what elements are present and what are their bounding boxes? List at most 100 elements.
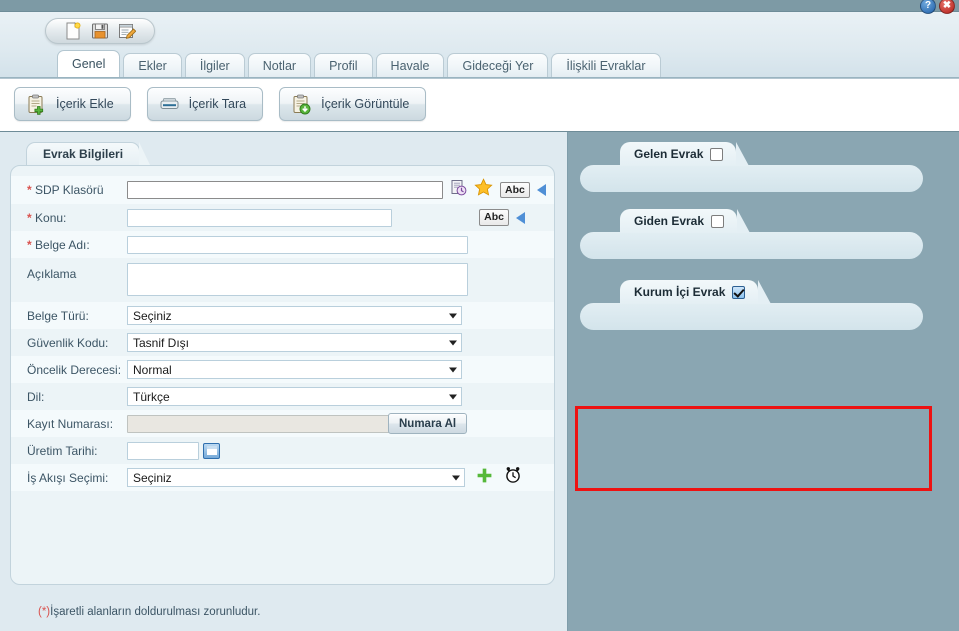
star-icon[interactable] bbox=[474, 178, 493, 202]
kurum-ici-evrak-tab[interactable]: Kurum İçi Evrak bbox=[620, 280, 772, 304]
belge-turu-select[interactable]: Seçiniz bbox=[127, 306, 462, 325]
tab-havale[interactable]: Havale bbox=[375, 53, 445, 77]
konu-abc-button[interactable]: Abc bbox=[479, 209, 509, 226]
icerik-tara-label: İçerik Tara bbox=[188, 97, 247, 111]
evrak-form: * SDP Klasörü Abc * Konu: Abc * Belge Ad… bbox=[10, 165, 555, 585]
tab-evrak-bilgileri[interactable]: Evrak Bilgileri bbox=[26, 142, 151, 165]
tab-ekler[interactable]: Ekler bbox=[123, 53, 182, 77]
clipboard-download-icon bbox=[291, 94, 312, 115]
alarm-clock-icon[interactable] bbox=[504, 466, 522, 489]
required-marker: * bbox=[27, 210, 32, 225]
dil-label: Dil: bbox=[27, 389, 45, 404]
new-document-icon[interactable] bbox=[64, 22, 82, 40]
tab-ilgiler[interactable]: İlgiler bbox=[184, 53, 245, 77]
help-question-icon[interactable]: ? bbox=[920, 0, 936, 14]
chevron-down-icon bbox=[449, 367, 457, 372]
header: Genel Ekler İlgiler Notlar Profil Havale… bbox=[0, 12, 959, 78]
uretim-tarihi-label: Üretim Tarihi: bbox=[27, 443, 98, 458]
chevron-down-icon bbox=[449, 313, 457, 318]
dil-value: Türkçe bbox=[133, 389, 170, 404]
main-tab-strip: Genel Ekler İlgiler Notlar Profil Havale… bbox=[57, 50, 959, 77]
gelen-evrak-tab[interactable]: Gelen Evrak bbox=[620, 142, 750, 166]
chevron-down-icon bbox=[452, 475, 460, 480]
icerik-ekle-label: İçerik Ekle bbox=[56, 97, 114, 111]
konu-label: * Konu: bbox=[27, 210, 67, 225]
field-row-konu: * Konu: Abc bbox=[11, 204, 554, 231]
aciklama-label: Açıklama bbox=[27, 267, 77, 281]
guvenlik-kodu-select[interactable]: Tasnif Dışı bbox=[127, 333, 462, 352]
oncelik-derecesi-value: Normal bbox=[133, 362, 172, 377]
blue-triangle-icon[interactable] bbox=[536, 184, 546, 196]
sdp-klasoru-label: * SDP Klasörü bbox=[27, 183, 104, 197]
gelen-evrak-body bbox=[580, 165, 923, 192]
document-history-icon[interactable] bbox=[450, 179, 467, 201]
giden-evrak-body bbox=[580, 232, 923, 259]
kurum-ici-evrak-body bbox=[580, 303, 923, 330]
save-icon[interactable] bbox=[91, 22, 109, 40]
belge-adi-label: * Belge Adı: bbox=[27, 237, 90, 252]
field-row-belge-adi: * Belge Adı: bbox=[11, 231, 554, 258]
tab-notlar[interactable]: Notlar bbox=[247, 53, 312, 77]
field-row-guvenlik-kodu: Güvenlik Kodu: Tasnif Dışı bbox=[11, 329, 554, 356]
icerik-ekle-button[interactable]: İçerik Ekle bbox=[14, 87, 131, 121]
guvenlik-kodu-value: Tasnif Dışı bbox=[133, 335, 190, 350]
calendar-icon[interactable] bbox=[203, 442, 220, 459]
chevron-down-icon bbox=[449, 394, 457, 399]
kurum-ici-evrak-group: Kurum İçi Evrak bbox=[580, 280, 923, 330]
icerik-tara-button[interactable]: İçerik Tara bbox=[146, 87, 264, 121]
required-fields-note: (*)İşaretli alanların doldurulması zorun… bbox=[38, 606, 260, 618]
field-row-uretim-tarihi: Üretim Tarihi: bbox=[11, 437, 554, 464]
oncelik-derecesi-select[interactable]: Normal bbox=[127, 360, 462, 379]
green-plus-icon[interactable] bbox=[476, 467, 493, 489]
gelen-evrak-checkbox[interactable] bbox=[710, 147, 724, 161]
icerik-goruntule-label: İçerik Görüntüle bbox=[321, 97, 410, 111]
aciklama-textarea[interactable] bbox=[127, 263, 468, 296]
giden-evrak-checkbox[interactable] bbox=[711, 214, 725, 228]
edit-icon[interactable] bbox=[118, 22, 136, 40]
chevron-down-icon bbox=[449, 340, 457, 345]
field-row-aciklama: Açıklama bbox=[11, 258, 554, 302]
application-window: ? ✖ Genel Ekler İlgiler Notlar Profil Ha… bbox=[0, 0, 959, 631]
numara-al-button[interactable]: Numara Al bbox=[388, 413, 468, 434]
required-note-marker: (*) bbox=[38, 606, 51, 618]
field-row-belge-turu: Belge Türü: Seçiniz bbox=[11, 302, 554, 329]
oncelik-derecesi-label: Öncelik Derecesi: bbox=[27, 362, 122, 377]
field-row-sdp-klasoru: * SDP Klasörü Abc bbox=[11, 176, 554, 204]
is-akisi-secimi-label: İş Akışı Seçimi: bbox=[27, 470, 109, 485]
close-x-icon[interactable]: ✖ bbox=[939, 0, 955, 14]
gelen-evrak-label: Gelen Evrak bbox=[634, 147, 704, 161]
required-marker: * bbox=[27, 237, 32, 252]
giden-evrak-label: Giden Evrak bbox=[634, 214, 705, 228]
tab-profil[interactable]: Profil bbox=[314, 53, 373, 77]
sdp-abc-button[interactable]: Abc bbox=[500, 181, 530, 199]
field-row-oncelik-derecesi: Öncelik Derecesi: Normal bbox=[11, 356, 554, 383]
field-row-kayit-numarasi: Kayıt Numarası: Numara Al bbox=[11, 410, 554, 437]
window-title-strip: ? ✖ bbox=[0, 0, 959, 14]
clipboard-plus-icon bbox=[26, 94, 47, 115]
field-row-is-akisi-secimi: İş Akışı Seçimi: Seçiniz bbox=[11, 464, 554, 491]
kayit-numarasi-label: Kayıt Numarası: bbox=[27, 416, 114, 431]
panel-tab-strip: Evrak Bilgileri bbox=[26, 141, 567, 165]
is-akisi-secimi-select[interactable]: Seçiniz bbox=[127, 468, 465, 487]
body-area: Evrak Bilgileri * SDP Klasörü Abc * Konu… bbox=[0, 131, 959, 631]
kayit-numarasi-input[interactable] bbox=[127, 414, 392, 433]
konu-input[interactable] bbox=[127, 208, 392, 227]
belge-adi-input[interactable] bbox=[127, 235, 468, 254]
tab-genel[interactable]: Genel bbox=[57, 50, 121, 77]
uretim-tarihi-input[interactable] bbox=[127, 441, 199, 460]
tab-gidecegi-yer[interactable]: Gideceği Yer bbox=[447, 53, 549, 77]
dil-select[interactable]: Türkçe bbox=[127, 387, 462, 406]
giden-evrak-tab[interactable]: Giden Evrak bbox=[620, 209, 751, 233]
icerik-goruntule-button[interactable]: İçerik Görüntüle bbox=[279, 87, 427, 121]
giden-evrak-group: Giden Evrak bbox=[580, 209, 923, 259]
evrak-bilgileri-panel: Evrak Bilgileri * SDP Klasörü Abc * Konu… bbox=[0, 132, 568, 631]
kurum-ici-evrak-checkbox[interactable] bbox=[732, 285, 746, 299]
window-controls: ? ✖ bbox=[920, 0, 955, 14]
icon-toolbar bbox=[45, 18, 155, 44]
tab-iliskili-evraklar[interactable]: İlişkili Evraklar bbox=[551, 53, 661, 77]
blue-triangle-icon[interactable] bbox=[516, 211, 525, 224]
gelen-evrak-group: Gelen Evrak bbox=[580, 142, 923, 192]
guvenlik-kodu-label: Güvenlik Kodu: bbox=[27, 335, 109, 350]
sdp-klasoru-input[interactable] bbox=[127, 181, 443, 199]
scanner-icon bbox=[159, 94, 180, 115]
